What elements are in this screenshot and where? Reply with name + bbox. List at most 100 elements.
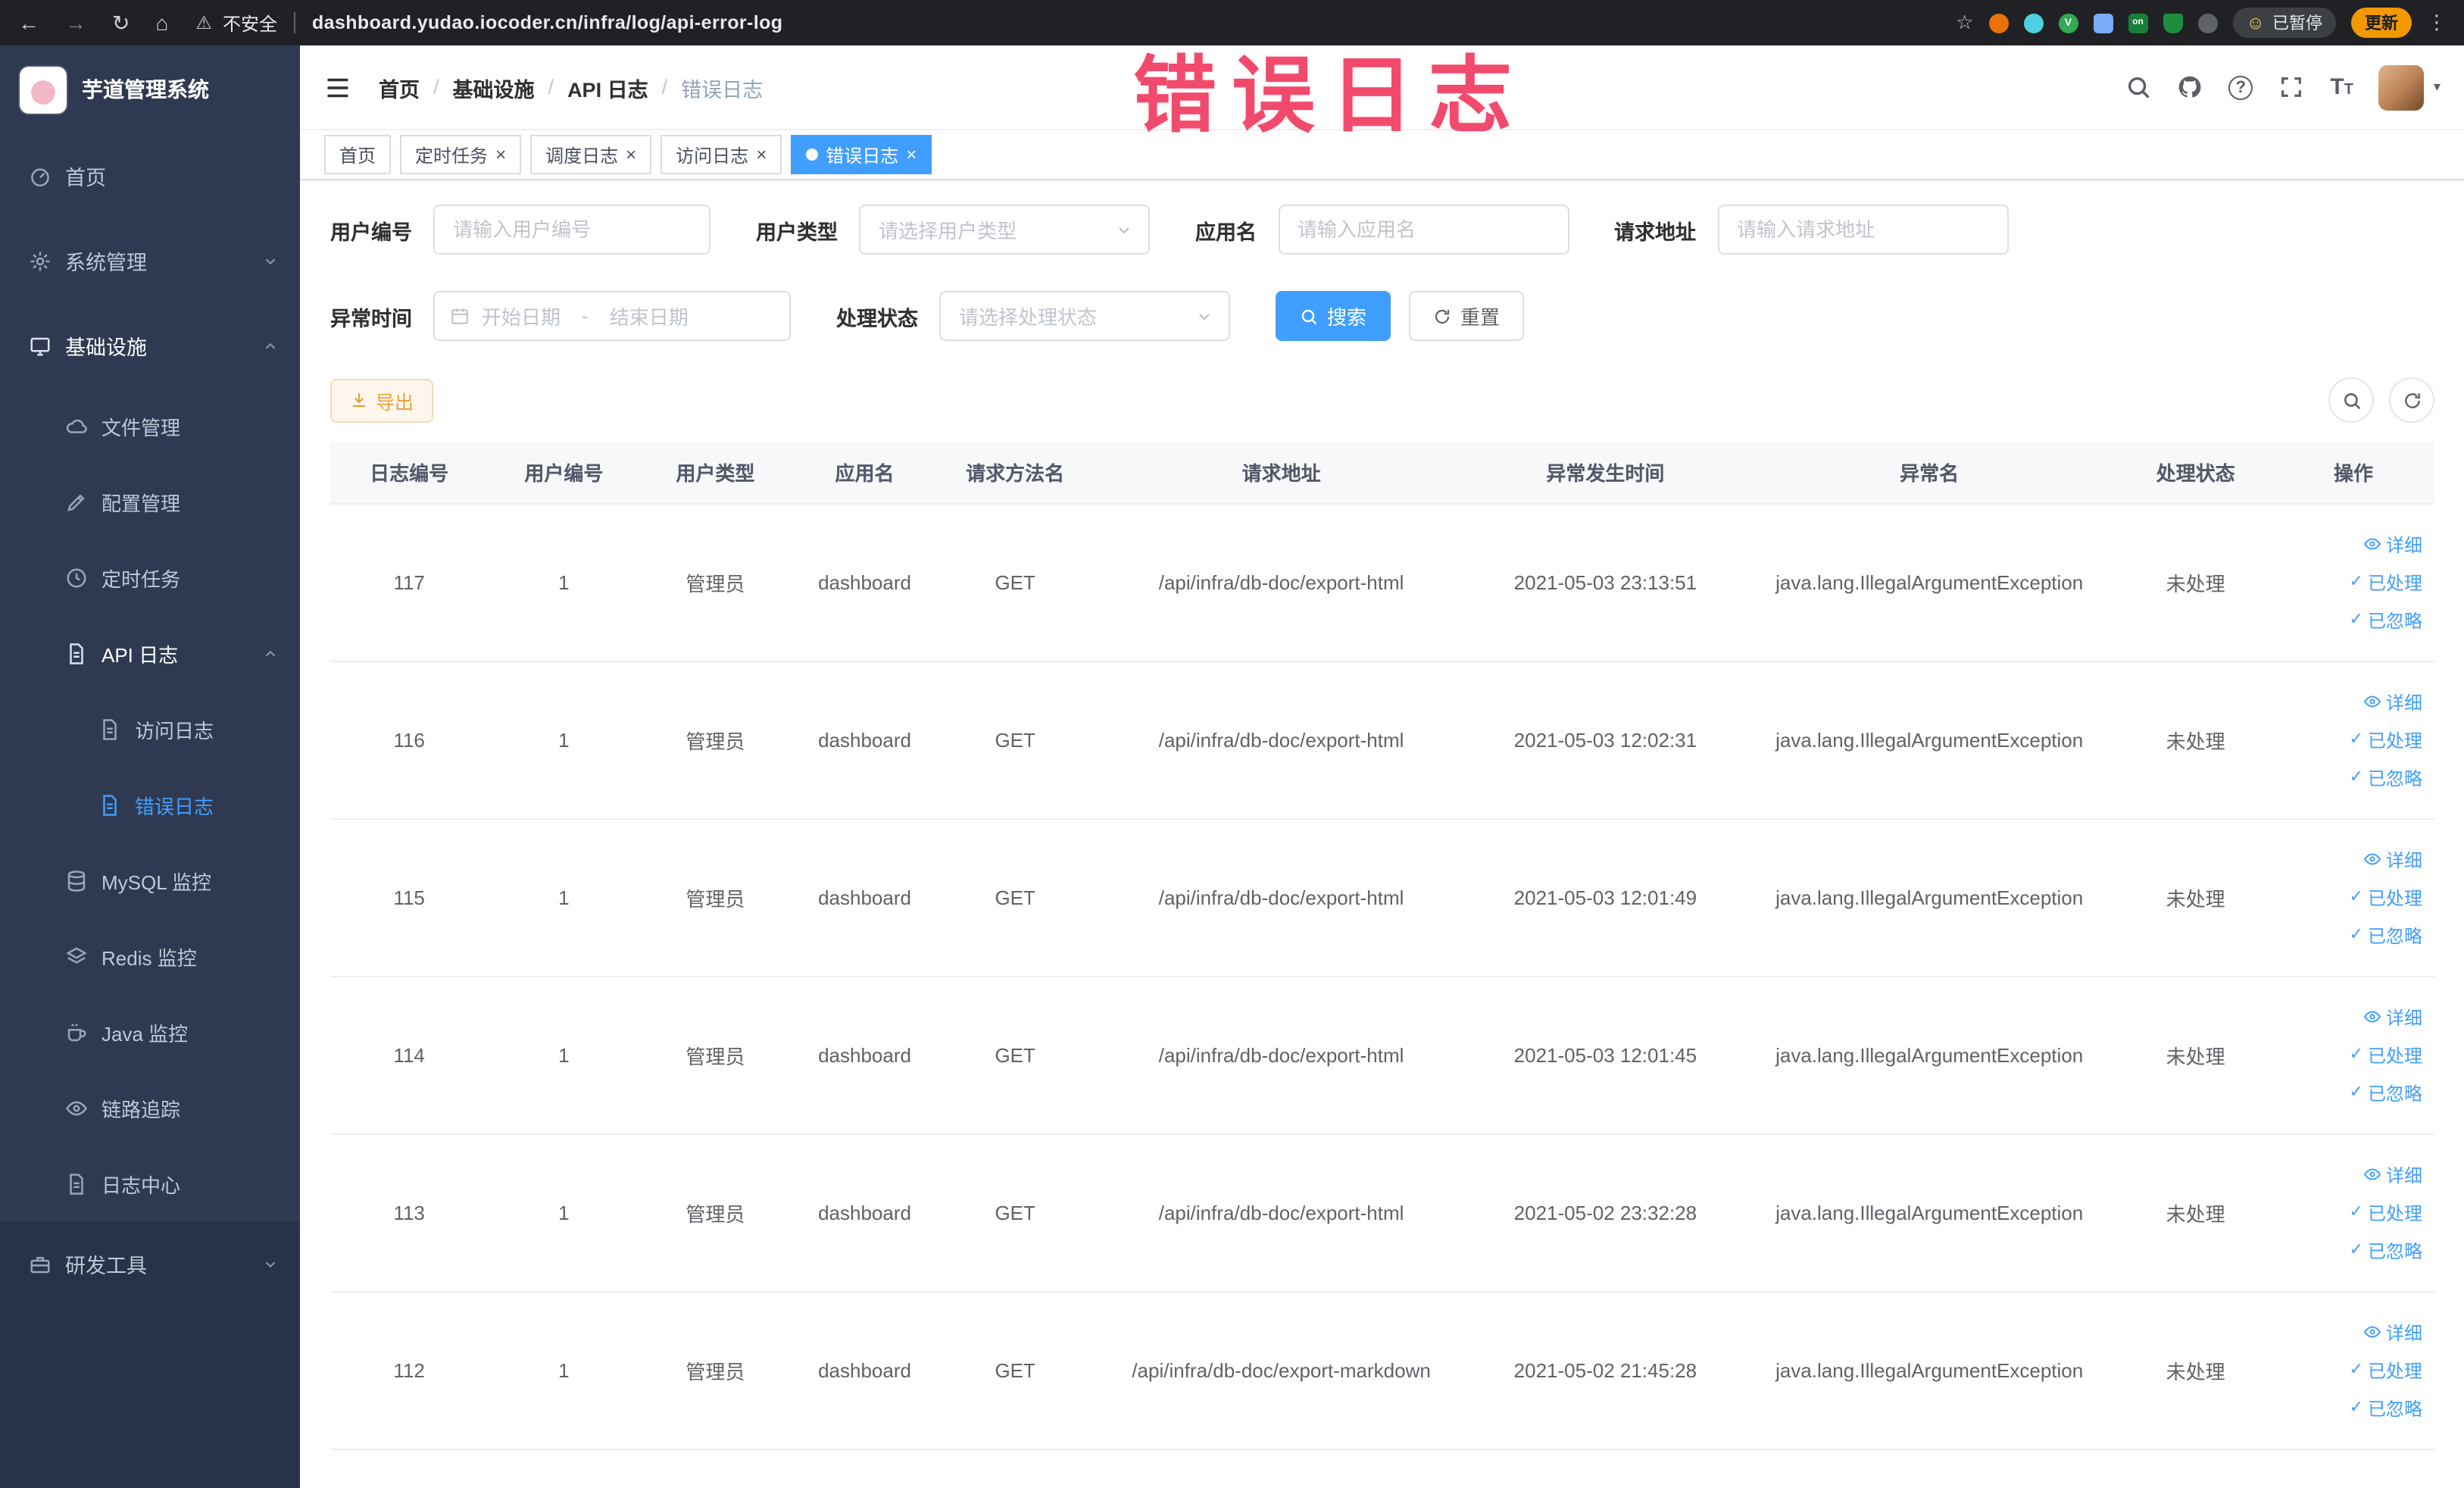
home-icon[interactable]: ⌂: [155, 11, 168, 35]
sidebar-item-infrastructure[interactable]: 基础设施: [0, 303, 300, 388]
mark-ignored-link[interactable]: ✓ 已忽略: [2350, 1237, 2422, 1263]
detail-link[interactable]: 详细: [2363, 689, 2422, 714]
process-status-select[interactable]: 请选择处理状态: [939, 291, 1230, 341]
detail-link[interactable]: 详细: [2363, 1319, 2422, 1345]
mark-processed-link[interactable]: ✓ 已处理: [2350, 1042, 2422, 1068]
search-icon[interactable]: [2125, 74, 2151, 100]
tab-error-log[interactable]: 错误日志 ×: [791, 135, 932, 174]
extension-icon-green-v[interactable]: V: [2058, 13, 2078, 33]
breadcrumb-item[interactable]: API 日志: [567, 72, 648, 102]
sidebar-item-access-log[interactable]: 访问日志: [0, 691, 300, 767]
method-cell: GET: [938, 1133, 1092, 1292]
logo-block[interactable]: 芋道管理系统: [0, 45, 300, 133]
sidebar-item-home[interactable]: 首页: [0, 133, 300, 218]
user-type-select[interactable]: 请选择用户类型: [859, 205, 1150, 255]
sidebar-item-scheduled-tasks[interactable]: 定时任务: [0, 539, 300, 615]
sidebar-item-system-mgmt[interactable]: 系统管理: [0, 218, 300, 303]
log-id-cell: 112: [330, 1291, 489, 1449]
sidebar-item-error-log[interactable]: 错误日志: [0, 767, 300, 842]
main-panel: 首页 / 基础设施 / API 日志 / 错误日志 ? TT ▾ 首页 定时任务…: [300, 45, 2464, 1488]
user-type-cell: 管理员: [639, 818, 792, 977]
mark-ignored-link[interactable]: ✓ 已忽略: [2350, 922, 2422, 948]
update-button[interactable]: 更新: [2351, 8, 2412, 38]
extension-icon-on[interactable]: on: [2128, 13, 2148, 33]
user-menu[interactable]: ▾: [2378, 64, 2441, 110]
tab-schedule-log[interactable]: 调度日志 ×: [530, 135, 652, 174]
search-button[interactable]: 搜索: [1276, 291, 1391, 341]
overlay-annotation: 错误日志: [1133, 48, 1528, 142]
tab-scheduled-tasks[interactable]: 定时任务 ×: [400, 135, 522, 174]
bookmark-star-icon[interactable]: ☆: [1956, 11, 1973, 35]
close-icon[interactable]: ×: [495, 145, 506, 164]
refresh-table-button[interactable]: [2389, 377, 2434, 423]
request-url-label: 请求地址: [1614, 220, 1696, 243]
avatar[interactable]: [2378, 64, 2425, 110]
sidebar-item-api-logs[interactable]: API 日志: [0, 615, 300, 691]
check-icon: ✓: [2349, 572, 2363, 590]
omnibox[interactable]: ⚠ 不安全 dashboard.yudao.iocoder.cn/infra/l…: [195, 10, 782, 36]
close-icon[interactable]: ×: [756, 145, 767, 164]
extensions-puzzle-icon[interactable]: [2197, 13, 2218, 33]
mark-processed-link[interactable]: ✓ 已处理: [2350, 1357, 2422, 1383]
sidebar-item-tracing[interactable]: 链路追踪: [0, 1070, 300, 1146]
export-button[interactable]: 导出: [330, 378, 434, 422]
tab-access-log[interactable]: 访问日志 ×: [661, 135, 782, 174]
user-id-input[interactable]: [433, 205, 710, 255]
forward-icon[interactable]: →: [65, 11, 86, 35]
sidebar-item-config-mgmt[interactable]: 配置管理: [0, 464, 300, 539]
reload-icon[interactable]: ↻: [112, 10, 130, 36]
status-cell: 未处理: [2119, 661, 2272, 819]
font-size-icon[interactable]: TT: [2330, 76, 2353, 98]
sidebar-item-label: 定时任务: [101, 567, 181, 590]
url-text[interactable]: dashboard.yudao.iocoder.cn/infra/log/api…: [312, 12, 782, 33]
actions-cell: 详细 ✓ 已处理 ✓ 已忽略: [2272, 503, 2434, 661]
mark-processed-link[interactable]: ✓ 已处理: [2350, 727, 2422, 752]
close-icon[interactable]: ×: [626, 145, 636, 164]
browser-menu-icon[interactable]: ⋮: [2427, 11, 2447, 35]
col-user-type: 用户类型: [639, 442, 792, 504]
extension-icon-blue[interactable]: [2023, 13, 2044, 33]
sidebar-item-mysql-monitor[interactable]: MySQL 监控: [0, 842, 300, 918]
check-icon: ✓: [2349, 767, 2363, 786]
extension-icon-orange[interactable]: [1988, 13, 2009, 33]
mark-ignored-link[interactable]: ✓ 已忽略: [2350, 764, 2422, 790]
extension-icon-grid[interactable]: [2093, 13, 2113, 33]
detail-link[interactable]: 详细: [2363, 846, 2422, 872]
close-icon[interactable]: ×: [906, 145, 917, 164]
collapse-sidebar-icon[interactable]: [324, 73, 351, 101]
back-icon[interactable]: ←: [18, 11, 39, 35]
mark-ignored-link[interactable]: ✓ 已忽略: [2350, 1080, 2422, 1105]
paused-badge[interactable]: ☺ 已暂停: [2232, 8, 2336, 38]
sidebar-item-log-center[interactable]: 日志中心: [0, 1146, 300, 1221]
check-icon: ✓: [2349, 1202, 2363, 1221]
tab-home[interactable]: 首页: [324, 135, 392, 174]
detail-link[interactable]: 详细: [2363, 1004, 2422, 1030]
fullscreen-icon[interactable]: [2278, 74, 2304, 100]
mark-ignored-link[interactable]: ✓ 已忽略: [2350, 607, 2422, 633]
mark-ignored-link[interactable]: ✓ 已忽略: [2350, 1395, 2422, 1421]
mark-processed-link[interactable]: ✓ 已处理: [2350, 884, 2422, 910]
breadcrumb-item[interactable]: 基础设施: [453, 72, 535, 102]
toggle-search-button[interactable]: [2328, 377, 2374, 423]
app-name-input[interactable]: [1278, 205, 1569, 255]
sidebar-item-java-monitor[interactable]: Java 监控: [0, 994, 300, 1070]
request-url-input[interactable]: [1717, 205, 2008, 255]
sidebar-item-file-mgmt[interactable]: 文件管理: [0, 388, 300, 464]
help-icon[interactable]: ?: [2228, 75, 2253, 99]
eye-icon: [2363, 1165, 2381, 1183]
github-icon[interactable]: [2177, 74, 2203, 100]
reset-button[interactable]: 重置: [1409, 291, 1525, 341]
extension-icon-tree[interactable]: [2163, 13, 2183, 33]
sidebar-item-dev-tools[interactable]: 研发工具: [0, 1221, 300, 1306]
mark-processed-link[interactable]: ✓ 已处理: [2350, 1199, 2422, 1225]
sidebar-item-label: 基础设施: [65, 336, 147, 359]
detail-link[interactable]: 详细: [2363, 531, 2422, 557]
detail-link[interactable]: 详细: [2363, 1161, 2422, 1187]
table-header-row: 日志编号 用户编号 用户类型 应用名 请求方法名 请求地址 异常发生时间 异常名…: [330, 442, 2434, 504]
breadcrumb-item[interactable]: 首页: [379, 72, 420, 102]
sidebar-item-redis-monitor[interactable]: Redis 监控: [0, 918, 300, 994]
date-range-picker[interactable]: 开始日期 - 结束日期: [433, 291, 791, 341]
col-actions: 操作: [2272, 442, 2434, 504]
mark-processed-link[interactable]: ✓ 已处理: [2350, 569, 2422, 595]
table-toolbar: 导出: [330, 377, 2434, 423]
